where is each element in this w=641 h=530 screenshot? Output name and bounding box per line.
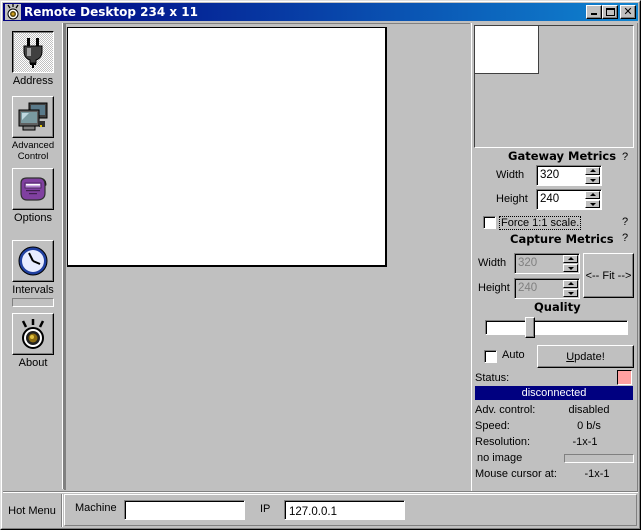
machine-input[interactable] [124, 500, 245, 520]
minimize-button[interactable] [586, 5, 602, 19]
status-indicator [617, 370, 632, 385]
control-panel: Gateway Metrics ? Width 320 Height 240 F… [471, 23, 638, 491]
fit-button[interactable]: <-- Fit --> [583, 253, 634, 298]
status-label: Status: [475, 372, 510, 384]
sidebar-item-advanced-control[interactable]: Advanced Control [4, 96, 62, 162]
quality-slider-thumb[interactable] [525, 317, 535, 338]
advanced-control-label-line1: Advanced [11, 140, 55, 151]
remote-screen[interactable] [67, 27, 387, 267]
mouse-cursor-label: Mouse cursor at: [475, 468, 557, 480]
capture-height-label: Height [478, 282, 510, 294]
ip-label: IP [260, 503, 271, 515]
force-scale-checkbox[interactable] [483, 216, 496, 229]
remote-viewport[interactable] [64, 23, 470, 490]
gateway-width-value[interactable]: 320 [540, 169, 559, 181]
maximize-icon [606, 8, 615, 16]
spin-down-icon [563, 289, 578, 297]
force-scale-label[interactable]: Force 1:1 scale. [499, 216, 582, 230]
update-button[interactable]: Update! [537, 345, 634, 368]
resolution-label: Resolution: [475, 436, 531, 448]
advanced-control-label: Advanced Control [4, 140, 62, 162]
capture-width-spinner: 320 [514, 253, 580, 274]
spin-up-icon [563, 280, 578, 288]
hot-menu-button[interactable]: Hot Menu [3, 494, 62, 527]
gateway-metrics-help[interactable]: ? [622, 151, 628, 163]
capture-metrics-help[interactable]: ? [622, 232, 628, 244]
gamepad-icon [20, 177, 47, 201]
spin-down-icon[interactable] [585, 176, 600, 184]
spin-up-icon[interactable] [585, 167, 600, 175]
ip-input[interactable] [284, 500, 405, 520]
intervals-button[interactable] [12, 240, 54, 282]
close-icon: ✕ [623, 5, 633, 18]
advanced-control-label-line2: Control [17, 151, 49, 162]
spin-down-icon [563, 264, 578, 272]
preview-area[interactable] [474, 25, 634, 148]
capture-height-value: 240 [518, 282, 538, 294]
sidebar-item-about[interactable]: About [4, 313, 62, 369]
about-label: About [18, 357, 48, 369]
computers-icon [18, 102, 48, 131]
auto-label[interactable]: Auto [502, 349, 525, 361]
mouse-cursor-value: -1x-1 [584, 468, 610, 480]
sidebar-item-intervals[interactable]: Intervals [4, 240, 62, 307]
resolution-value: -1x-1 [572, 436, 598, 448]
address-label: Address [12, 75, 54, 87]
image-progress-bar [564, 454, 634, 463]
options-button[interactable] [12, 168, 54, 210]
window-title: Remote Desktop 234 x 11 [24, 5, 198, 19]
gateway-width-spinner[interactable]: 320 [536, 165, 602, 186]
spin-up-icon [563, 255, 578, 263]
intervals-label: Intervals [12, 284, 54, 296]
status-text: disconnected [475, 386, 633, 400]
advanced-control-button[interactable] [12, 96, 54, 138]
update-accel-key: U [566, 350, 575, 363]
spin-up-icon[interactable] [585, 191, 600, 199]
speed-value: 0 b/s [577, 420, 601, 432]
address-bar: Machine IP [64, 494, 637, 526]
gateway-width-label: Width [496, 169, 525, 181]
sidebar-item-options[interactable]: Options [4, 168, 62, 224]
capture-height-spinner: 240 [514, 278, 580, 299]
sidebar-item-address[interactable]: Address [4, 31, 62, 87]
sidebar: Address Advanced Control Options Interva… [4, 23, 63, 489]
update-label: pdate! [574, 350, 605, 363]
quality-slider[interactable] [485, 317, 628, 338]
spin-down-icon[interactable] [585, 200, 600, 208]
maximize-button[interactable] [602, 5, 618, 19]
image-status-label: no image [477, 452, 523, 464]
options-label: Options [14, 212, 52, 224]
close-button[interactable]: ✕ [620, 5, 636, 19]
intervals-progress [12, 298, 54, 307]
about-button[interactable] [12, 313, 54, 355]
clock-icon [18, 246, 48, 276]
preview-thumbnail[interactable] [475, 26, 539, 74]
gateway-height-label: Height [496, 193, 528, 205]
minimize-icon [591, 13, 597, 15]
address-button[interactable] [12, 31, 54, 73]
gateway-height-spinner[interactable]: 240 [536, 189, 602, 210]
power-plug-icon [23, 38, 43, 68]
gateway-height-value[interactable]: 240 [540, 193, 559, 205]
app-window: Remote Desktop 234 x 11 ✕ Address Advanc… [0, 0, 641, 530]
capture-width-value: 320 [518, 257, 538, 269]
capture-width-label: Width [478, 257, 507, 269]
adv-control-label: Adv. control: [475, 404, 536, 416]
speed-label: Speed: [475, 420, 510, 432]
gateway-metrics-heading: Gateway Metrics [508, 149, 617, 163]
machine-label: Machine [75, 502, 117, 514]
capture-metrics-heading: Capture Metrics [510, 232, 614, 246]
camera-eye-icon[interactable] [5, 4, 21, 20]
auto-checkbox[interactable] [484, 350, 497, 363]
bottom-bar: Hot Menu Machine IP [3, 491, 638, 527]
webcam-eye-icon [21, 319, 45, 349]
adv-control-value: disabled [568, 404, 610, 416]
quality-heading: Quality [534, 300, 581, 314]
force-scale-help[interactable]: ? [622, 216, 628, 228]
title-bar[interactable]: Remote Desktop 234 x 11 ✕ [3, 3, 638, 21]
